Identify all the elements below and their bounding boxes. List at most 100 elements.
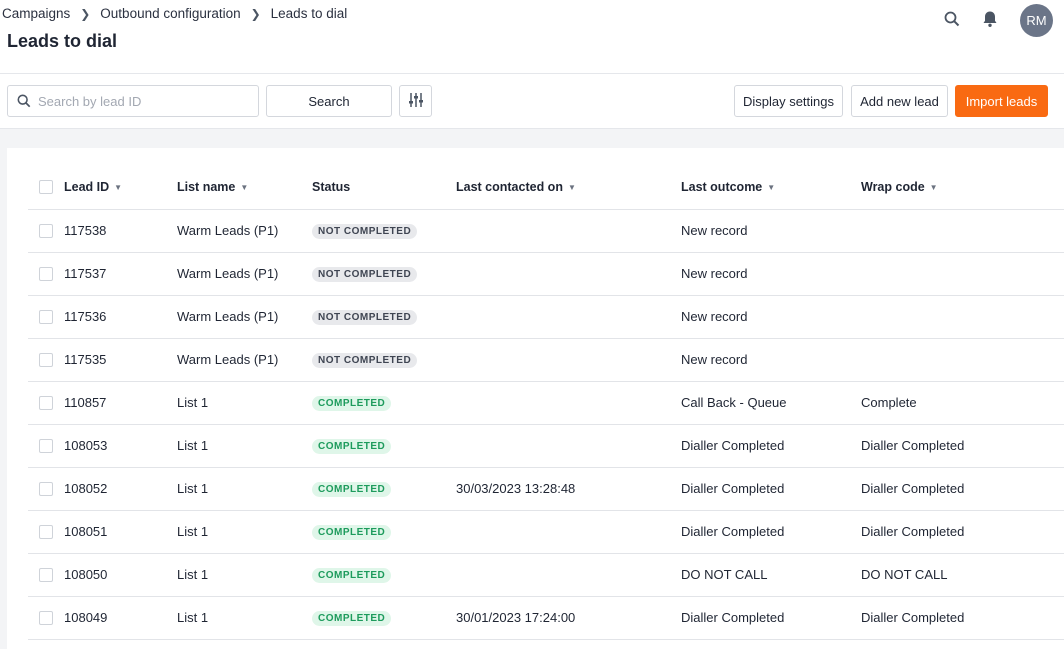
row-checkbox[interactable] (39, 611, 53, 626)
status-badge: NOT COMPLETED (312, 310, 418, 325)
column-wrap-code[interactable]: Wrap code ▼ (861, 165, 1064, 210)
last-outcome-cell: New record (681, 295, 861, 339)
row-checkbox[interactable] (39, 525, 53, 540)
row-checkbox[interactable] (39, 353, 53, 368)
add-new-lead-button[interactable]: Add new lead (851, 85, 948, 117)
status-badge: NOT COMPLETED (312, 267, 418, 282)
table-row[interactable]: 117538 Warm Leads (P1) NOT COMPLETED New re… (28, 209, 1064, 253)
last-outcome-cell: Dialler Completed (681, 467, 861, 511)
lead-id-cell: 108052 (64, 467, 177, 511)
list-name-cell: Warm Leads (P1) (177, 209, 312, 253)
last-contacted-cell (456, 295, 681, 339)
row-checkbox[interactable] (39, 568, 53, 583)
wrap-code-cell (861, 338, 1064, 382)
leads-panel: Lead ID ▼ List name ▼ Status Last contacte… (7, 148, 1064, 649)
last-contacted-cell (456, 252, 681, 296)
last-contacted-cell (456, 338, 681, 382)
chevron-right-icon: ❯ (80, 6, 91, 21)
last-contacted-cell (456, 553, 681, 597)
lead-id-cell: 108053 (64, 424, 177, 468)
wrap-code-cell: Dialler Completed (861, 596, 1064, 640)
table-row[interactable]: 117535 Warm Leads (P1) NOT COMPLETED New re… (28, 338, 1064, 382)
search-icon[interactable] (941, 8, 963, 30)
sliders-icon (408, 92, 424, 111)
table-row[interactable]: 110857 List 1 COMPLETED Call Back - Queue Co… (28, 381, 1064, 425)
bell-icon[interactable] (979, 8, 1001, 30)
last-outcome-cell: New record (681, 252, 861, 296)
status-badge: COMPLETED (312, 439, 392, 454)
table-row[interactable]: 108051 List 1 COMPLETED Dialler Completed Di… (28, 510, 1064, 554)
list-name-cell: Warm Leads (P1) (177, 338, 312, 382)
wrap-code-cell: Dialler Completed (861, 467, 1064, 511)
status-badge: COMPLETED (312, 396, 392, 411)
page-title: Leads to dial (7, 31, 118, 51)
search-button[interactable]: Search (266, 85, 392, 117)
column-lead-id[interactable]: Lead ID ▼ (64, 165, 177, 210)
wrap-code-cell (861, 252, 1064, 296)
wrap-code-cell: DO NOT CALL (861, 553, 1064, 597)
import-leads-button[interactable]: Import leads (955, 85, 1048, 117)
table-row[interactable]: 108049 List 1 COMPLETED 30/01/2023 17:24:00… (28, 596, 1064, 640)
column-last-contacted[interactable]: Last contacted on ▼ (456, 165, 681, 210)
column-list-name[interactable]: List name ▼ (177, 165, 312, 210)
row-checkbox[interactable] (39, 396, 53, 411)
list-name-cell: List 1 (177, 381, 312, 425)
column-status: Status (312, 165, 456, 210)
sort-down-icon: ▼ (767, 182, 776, 192)
last-outcome-cell: Dialler Completed (681, 596, 861, 640)
lead-id-cell: 108049 (64, 596, 177, 640)
status-badge: NOT COMPLETED (312, 224, 418, 239)
last-contacted-cell (456, 209, 681, 253)
top-bar: Campaigns ❯ Outbound configuration ❯ Lea… (0, 0, 1064, 74)
filter-button[interactable] (399, 85, 432, 117)
display-settings-button[interactable]: Display settings (734, 85, 843, 117)
last-contacted-cell (456, 381, 681, 425)
list-name-cell: List 1 (177, 424, 312, 468)
lead-id-cell: 110857 (64, 381, 177, 425)
status-badge: COMPLETED (312, 482, 392, 497)
table-row[interactable]: 117536 Warm Leads (P1) NOT COMPLETED New re… (28, 295, 1064, 339)
avatar[interactable]: RM (1020, 4, 1053, 37)
last-contacted-cell: 30/03/2023 13:28:48 (456, 467, 681, 511)
list-name-cell: Warm Leads (P1) (177, 295, 312, 339)
lead-id-cell: 117536 (64, 295, 177, 339)
wrap-code-cell: Complete (861, 381, 1064, 425)
search-box (7, 85, 259, 117)
status-badge: COMPLETED (312, 568, 392, 583)
toolbar: Search Display settings Add new lead Imp… (0, 74, 1064, 129)
lead-id-cell: 117535 (64, 338, 177, 382)
row-checkbox[interactable] (39, 310, 53, 325)
row-checkbox[interactable] (39, 224, 53, 239)
status-badge: COMPLETED (312, 525, 392, 540)
table-row[interactable]: 108053 List 1 COMPLETED Dialler Completed Di… (28, 424, 1064, 468)
table-row[interactable]: 108052 List 1 COMPLETED 30/03/2023 13:28:48… (28, 467, 1064, 511)
sort-down-icon: ▼ (567, 182, 576, 192)
breadcrumb-campaigns[interactable]: Campaigns (2, 6, 70, 21)
last-outcome-cell: DO NOT CALL (681, 553, 861, 597)
row-checkbox[interactable] (39, 482, 53, 497)
wrap-code-cell (861, 209, 1064, 253)
last-outcome-cell: New record (681, 338, 861, 382)
lead-id-cell: 108050 (64, 553, 177, 597)
list-name-cell: List 1 (177, 553, 312, 597)
lead-id-cell: 117537 (64, 252, 177, 296)
last-outcome-cell: Call Back - Queue (681, 381, 861, 425)
lead-id-cell: 117538 (64, 209, 177, 253)
column-last-outcome[interactable]: Last outcome ▼ (681, 165, 861, 210)
wrap-code-cell (861, 295, 1064, 339)
row-checkbox[interactable] (39, 439, 53, 454)
select-all-checkbox[interactable] (39, 180, 53, 195)
breadcrumb-leads-to-dial[interactable]: Leads to dial (271, 6, 348, 21)
sort-down-icon: ▼ (240, 182, 249, 192)
search-input[interactable] (38, 86, 253, 116)
table-header-row: Lead ID ▼ List name ▼ Status Last contacte… (28, 165, 1064, 210)
leads-table: Lead ID ▼ List name ▼ Status Last contacte… (28, 165, 1064, 640)
last-contacted-cell: 30/01/2023 17:24:00 (456, 596, 681, 640)
table-row[interactable]: 117537 Warm Leads (P1) NOT COMPLETED New re… (28, 252, 1064, 296)
last-contacted-cell (456, 424, 681, 468)
row-checkbox[interactable] (39, 267, 53, 282)
list-name-cell: List 1 (177, 596, 312, 640)
breadcrumb-outbound-configuration[interactable]: Outbound configuration (100, 6, 240, 21)
table-row[interactable]: 108050 List 1 COMPLETED DO NOT CALL DO NOT C… (28, 553, 1064, 597)
chevron-right-icon: ❯ (250, 6, 261, 21)
